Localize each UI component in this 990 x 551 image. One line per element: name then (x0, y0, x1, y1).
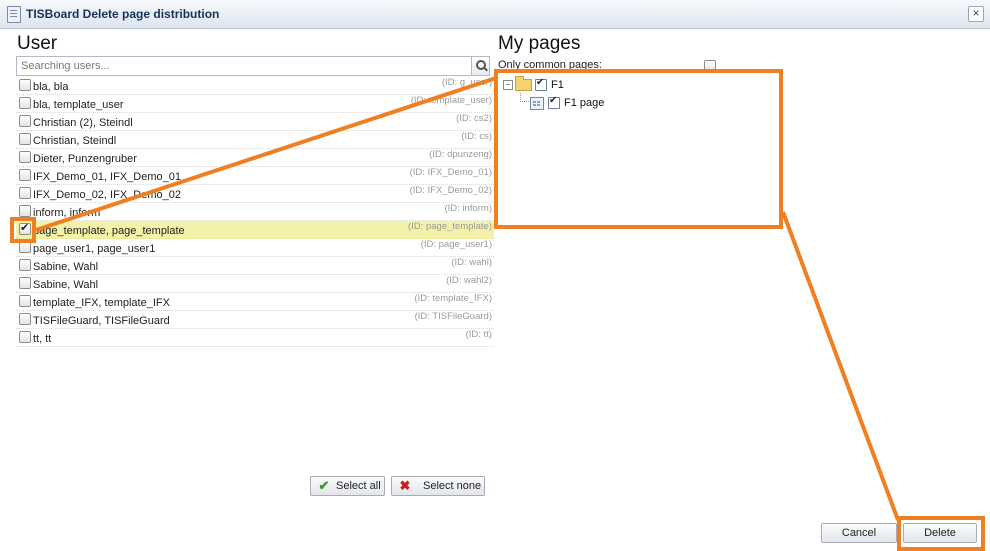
annotation-line-tree-to-delete (781, 211, 900, 521)
annotation-box-tree (494, 69, 783, 229)
annotation-line-user-to-tree (35, 76, 497, 232)
annotation-box-checkbox (10, 217, 36, 243)
annotation-box-delete (897, 516, 985, 551)
